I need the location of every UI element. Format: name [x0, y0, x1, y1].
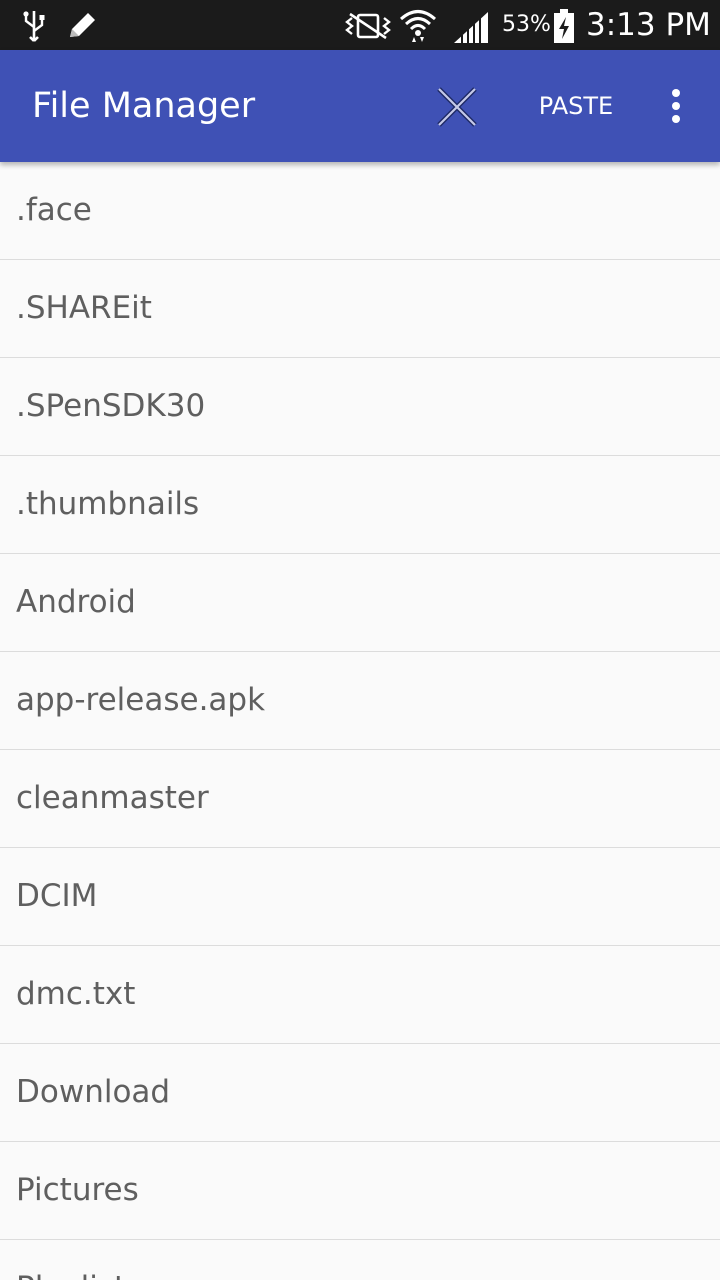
- overflow-menu-button[interactable]: [656, 84, 696, 128]
- paste-button[interactable]: PASTE: [526, 88, 626, 124]
- close-button[interactable]: [426, 78, 488, 136]
- usb-icon: [23, 11, 45, 42]
- file-list: .face .SHAREit .SPenSDK30 .thumbnails An…: [0, 162, 720, 1280]
- file-item-pictures[interactable]: Pictures: [0, 1142, 720, 1240]
- file-item-download[interactable]: Download: [0, 1044, 720, 1142]
- file-item-face[interactable]: .face: [0, 162, 720, 260]
- file-item-app-release-apk[interactable]: app-release.apk: [0, 652, 720, 750]
- status-bar: 53% 3:13 PM: [0, 0, 720, 50]
- close-icon: [437, 87, 477, 127]
- file-item-playlist[interactable]: Playlist: [0, 1240, 720, 1280]
- file-item-thumbnails[interactable]: .thumbnails: [0, 456, 720, 554]
- edit-icon: [70, 13, 95, 37]
- battery-charging-icon: [554, 9, 574, 43]
- file-item-dmc-txt[interactable]: dmc.txt: [0, 946, 720, 1044]
- wifi-icon: [400, 10, 436, 42]
- file-item-dcim[interactable]: DCIM: [0, 848, 720, 946]
- file-item-android[interactable]: Android: [0, 554, 720, 652]
- battery-percent: 53%: [502, 12, 551, 37]
- clock: 3:13 PM: [586, 7, 711, 43]
- app-bar: File Manager PASTE: [0, 50, 720, 162]
- vibrate-icon: [345, 12, 391, 40]
- file-item-shareit[interactable]: .SHAREit: [0, 260, 720, 358]
- app-title: File Manager: [32, 86, 256, 126]
- signal-icon: [454, 12, 488, 43]
- file-item-cleanmaster[interactable]: cleanmaster: [0, 750, 720, 848]
- file-item-spensdk30[interactable]: .SPenSDK30: [0, 358, 720, 456]
- more-vert-icon: [672, 89, 680, 123]
